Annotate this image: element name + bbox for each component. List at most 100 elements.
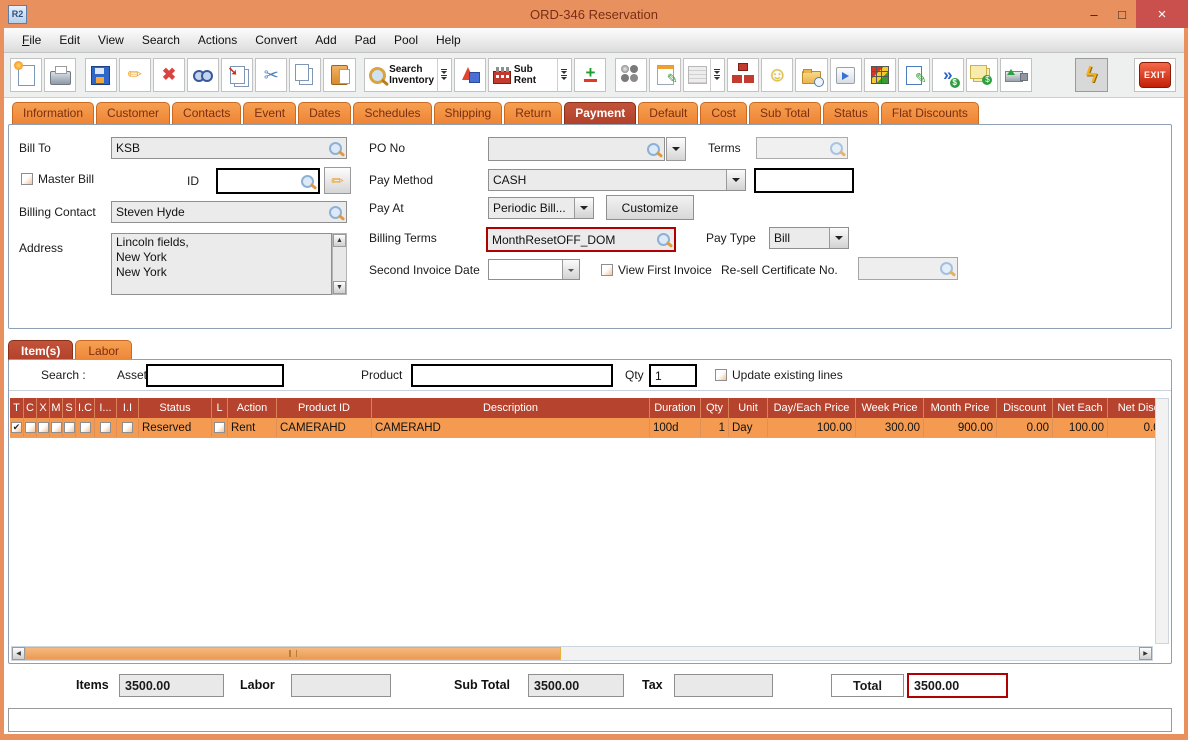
col-x[interactable]: X [37,398,50,418]
org-chart-button[interactable] [727,58,760,92]
invoice-notes-button[interactable] [965,58,998,92]
sub-rent-button[interactable]: Sub Rent [488,58,573,92]
col-day-each-price[interactable]: Day/Each Price [768,398,856,418]
col-unit[interactable]: Unit [729,398,768,418]
col-month-price[interactable]: Month Price [924,398,997,418]
col-discount[interactable]: Discount [997,398,1053,418]
col-action[interactable]: Action [228,398,277,418]
po-no-search-icon[interactable] [647,142,660,156]
po-no-dropdown-button[interactable] [666,137,686,161]
find-button[interactable] [187,58,220,92]
pay-type-select[interactable]: Bill [769,227,849,249]
pay-method-aux-field[interactable] [754,168,854,193]
tab-flat-discounts[interactable]: Flat Discounts [880,102,979,124]
tab-customer[interactable]: Customer [96,102,171,124]
tab-schedules[interactable]: Schedules [353,102,432,124]
col-m[interactable]: M [50,398,63,418]
product-input[interactable] [411,364,613,387]
shapes-button[interactable] [454,58,487,92]
menu-pad[interactable]: Pad [347,30,384,50]
billing-contact-field[interactable]: Steven Hyde [111,201,347,223]
customize-button[interactable]: Customize [606,195,694,220]
row-check-l[interactable] [214,422,225,433]
terms-field[interactable] [756,137,848,159]
terms-search-icon[interactable] [830,141,843,155]
col-i-dots[interactable]: I... [95,398,117,418]
tab-event[interactable]: Event [243,102,297,124]
address-textarea[interactable]: Lincoln fields, New York New York [111,233,332,295]
row-check-ii[interactable] [122,422,133,433]
tab-return[interactable]: Return [504,102,563,124]
save-button[interactable] [84,58,117,92]
id-edit-button[interactable]: ✏ [324,167,351,194]
col-net-each[interactable]: Net Each [1053,398,1108,418]
col-t[interactable]: T [10,398,24,418]
tab-information[interactable]: Information [12,102,95,124]
pay-method-select[interactable]: CASH [488,169,746,191]
transfer-lines-button[interactable] [221,58,254,92]
col-ii[interactable]: I.I [117,398,139,418]
pay-at-select[interactable]: Periodic Bill... [488,197,594,219]
tab-default[interactable]: Default [638,102,699,124]
billing-contact-search-icon[interactable] [329,205,342,219]
print-button[interactable] [44,58,77,92]
update-existing-checkbox[interactable] [715,369,727,381]
paste-button[interactable] [323,58,356,92]
tab-dates[interactable]: Dates [298,102,352,124]
menu-convert[interactable]: Convert [247,30,305,50]
currency-transfer-button[interactable]: » [931,58,964,92]
tab-status[interactable]: Status [822,102,879,124]
second-invoice-date-combo[interactable] [488,259,580,280]
col-s[interactable]: S [63,398,76,418]
menu-edit[interactable]: Edit [51,30,88,50]
menu-search[interactable]: Search [134,30,188,50]
menu-view[interactable]: View [90,30,132,50]
col-ic[interactable]: I.C [76,398,95,418]
menu-file[interactable]: File [14,30,49,50]
smiley-button[interactable]: ☺ [761,58,794,92]
row-check-ic[interactable] [79,422,91,433]
row-check-i-dots[interactable] [100,422,111,433]
row-check-s[interactable] [63,422,75,433]
bill-to-search-icon[interactable] [329,141,342,155]
tab-contacts[interactable]: Contacts [172,102,242,124]
master-bill-checkbox[interactable] [21,173,33,185]
sub-rent-dropdown[interactable] [557,59,568,91]
second-invoice-date-dropdown-icon[interactable] [562,260,579,279]
menu-pool[interactable]: Pool [386,30,426,50]
col-description[interactable]: Description [372,398,650,418]
cut-button[interactable]: ✂ [255,58,288,92]
row-check-t[interactable] [11,422,22,433]
hscroll-thumb[interactable] [25,647,561,660]
bill-to-field[interactable]: KSB [111,137,347,159]
folder-history-button[interactable] [795,58,828,92]
col-duration[interactable]: Duration [650,398,701,418]
billing-terms-search-icon[interactable] [657,233,670,246]
hscroll-left-icon[interactable]: ◀ [12,647,25,660]
resell-certificate-search-icon[interactable] [940,262,953,275]
search-inventory-button[interactable]: Search Inventory [364,58,453,92]
tab-cost[interactable]: Cost [700,102,747,124]
copy-button[interactable] [289,58,322,92]
qty-input[interactable]: 1 [649,364,697,387]
pay-at-dropdown-icon[interactable] [574,198,593,218]
id-search-icon[interactable] [301,174,314,188]
col-l[interactable]: L [212,398,228,418]
table-row[interactable]: Reserved Rent CAMERAHD CAMERAHD 100d 1 D… [10,418,1155,438]
new-document-button[interactable] [10,58,43,92]
menu-add[interactable]: Add [307,30,344,50]
row-check-c[interactable] [24,422,36,433]
tab-labor[interactable]: Labor [75,340,133,361]
delivery-truck-button[interactable] [1000,58,1033,92]
exit-button[interactable]: EXIT [1134,58,1177,92]
hscroll-right-icon[interactable]: ▶ [1139,647,1152,660]
add-remove-line-button[interactable]: + [574,58,607,92]
id-field[interactable] [216,168,320,194]
delete-button[interactable]: ✖ [152,58,186,92]
po-no-field[interactable] [488,137,665,161]
color-blocks-button[interactable] [863,58,896,92]
shortcut-key-button[interactable] [829,58,862,92]
tab-sub-total[interactable]: Sub Total [749,102,821,124]
row-check-x[interactable] [37,422,49,433]
search-inventory-dropdown[interactable] [437,59,448,91]
